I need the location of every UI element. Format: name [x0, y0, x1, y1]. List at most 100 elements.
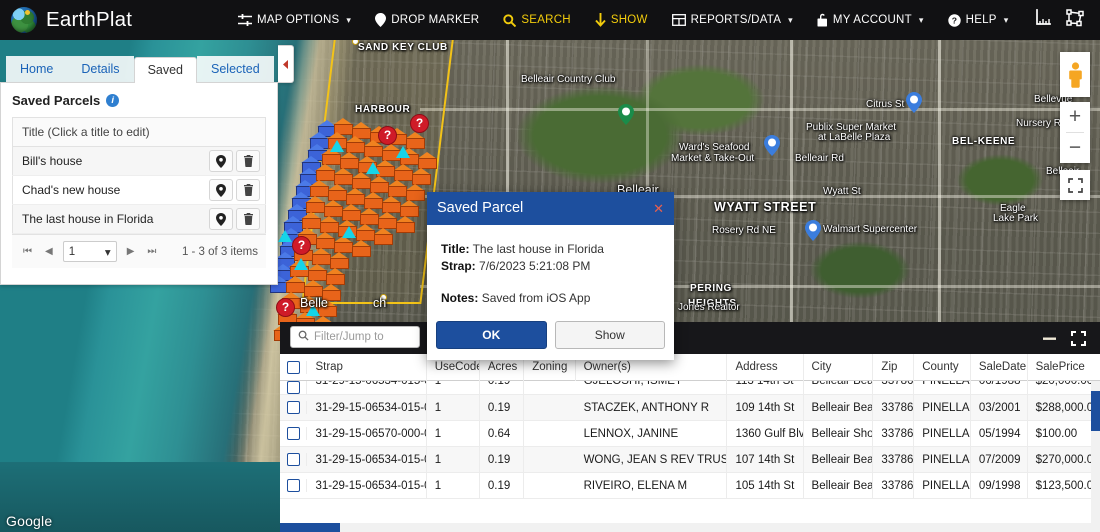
ok-button[interactable]: OK — [436, 321, 547, 350]
column-header-city[interactable]: City — [804, 353, 874, 381]
panel-body: Saved Parcels i Title (Click a title to … — [0, 82, 278, 285]
tab-selected[interactable]: Selected — [197, 56, 274, 82]
cell-strap: 31-29-15-06534-015-0050 — [307, 394, 427, 421]
nav-item-search[interactable]: SEARCH — [491, 0, 582, 40]
parcel-triangle-marker[interactable] — [342, 226, 356, 238]
row-select-cell[interactable] — [280, 479, 308, 492]
nav-item-help[interactable]: ? HELP ▾ — [936, 0, 1021, 40]
column-header-address[interactable]: Address — [727, 353, 804, 381]
scrollbar-thumb[interactable] — [1091, 391, 1100, 431]
locate-parcel-button[interactable] — [209, 208, 233, 230]
row-select-cell[interactable] — [280, 401, 308, 414]
unknown-parcel-icon[interactable]: ? — [292, 236, 311, 255]
row-checkbox[interactable] — [286, 427, 300, 440]
row-checkbox[interactable] — [286, 381, 300, 394]
cell-strap: 31-29-15-06534-015-0070 — [307, 381, 427, 394]
show-button[interactable]: Show — [554, 321, 665, 350]
parcel-triangle-marker[interactable] — [396, 146, 410, 158]
select-all-cell[interactable] — [280, 360, 308, 374]
zoom-controls[interactable]: + − — [1060, 102, 1090, 163]
row-select-cell[interactable] — [280, 381, 308, 394]
zoom-out-button[interactable]: − — [1060, 133, 1090, 163]
column-header-zip[interactable]: Zip — [873, 353, 915, 381]
map-fullscreen-button[interactable] — [1060, 170, 1090, 200]
cell-saleprice: $288,000.00 — [1035, 401, 1100, 414]
column-header-saleprice[interactable]: SalePrice — [1028, 354, 1100, 381]
delete-parcel-button[interactable] — [236, 179, 260, 201]
polygon-vertex[interactable] — [438, 42, 445, 49]
draw-polygon-icon[interactable] — [1066, 8, 1084, 32]
saved-parcel-row[interactable]: The last house in Florida — [12, 204, 266, 234]
unknown-parcel-icon[interactable]: ? — [276, 298, 295, 317]
nav-item-show[interactable]: SHOW — [583, 0, 660, 40]
pager-next-button[interactable]: ▶ — [124, 246, 138, 257]
scrollbar-thumb[interactable] — [280, 523, 340, 532]
row-select-cell[interactable] — [280, 453, 308, 466]
saved-parcel-title[interactable]: Bill's house — [12, 146, 200, 176]
parcel-triangle-marker[interactable] — [306, 304, 320, 316]
filter-input[interactable] — [314, 331, 412, 343]
cell-city: Belleair Beach — [804, 381, 874, 394]
cell-acres: 0.19 — [480, 381, 525, 394]
row-checkbox[interactable] — [286, 453, 300, 466]
info-icon[interactable]: i — [106, 94, 120, 107]
unknown-parcel-icon[interactable]: ? — [410, 114, 429, 133]
close-icon[interactable]: ✕ — [653, 202, 664, 215]
select-all-checkbox[interactable] — [286, 360, 300, 374]
grid-horizontal-scrollbar[interactable] — [280, 523, 1100, 532]
cell-saledate: 06/1988 — [971, 381, 1028, 394]
street-view-pegman-icon[interactable] — [1060, 52, 1090, 97]
brand-logo[interactable]: EarthPlat — [0, 7, 226, 33]
nav-item-my-account[interactable]: MY ACCOUNT ▾ — [805, 0, 936, 40]
tab-home[interactable]: Home — [6, 56, 68, 82]
table-row[interactable]: 31-29-15-06570-000-049010.64 LENNOX, JANI… — [280, 420, 1100, 447]
pager-first-button[interactable]: ⏮ — [20, 246, 35, 257]
parcel-triangle-marker[interactable] — [278, 230, 292, 242]
cell-city: Belleair Beach — [804, 472, 874, 499]
column-header-strap[interactable]: Strap — [307, 353, 427, 381]
saved-parcel-row[interactable]: Bill's house — [12, 146, 266, 176]
measure-ruler-icon[interactable] — [1034, 8, 1052, 32]
saved-parcel-row[interactable]: Chad's new house — [12, 175, 266, 205]
delete-parcel-button[interactable] — [236, 150, 260, 172]
row-checkbox[interactable] — [286, 479, 300, 492]
panel-collapse-button[interactable] — [278, 45, 294, 83]
lock-icon — [817, 13, 828, 27]
pager-last-button[interactable]: ⏭ — [144, 246, 159, 257]
table-row[interactable]: 31-29-15-06534-015-005010.19 STACZEK, ANT… — [280, 394, 1100, 421]
cell-strap: 31-29-15-06534-015-0040 — [307, 446, 427, 473]
locate-parcel-button[interactable] — [209, 150, 233, 172]
row-select-cell[interactable] — [280, 427, 308, 440]
column-header-saledate[interactable]: SaleDate — [971, 353, 1028, 381]
parcel-triangle-marker[interactable] — [366, 162, 380, 174]
tab-saved[interactable]: Saved — [133, 57, 198, 83]
unknown-parcel-icon[interactable]: ? — [378, 126, 397, 145]
locate-parcel-button[interactable] — [209, 179, 233, 201]
sliders-icon — [238, 13, 252, 27]
table-row[interactable]: 31-29-15-06534-015-007010.19 GJELOSHI, IS… — [280, 381, 1100, 395]
saved-parcel-title[interactable]: The last house in Florida — [12, 204, 200, 234]
grid-vertical-scrollbar[interactable] — [1091, 381, 1100, 523]
delete-parcel-button[interactable] — [236, 208, 260, 230]
expand-icon[interactable] — [1071, 330, 1086, 346]
parcel-triangle-marker[interactable] — [330, 140, 344, 152]
tab-details[interactable]: Details — [67, 56, 134, 82]
nav-item-drop-marker[interactable]: DROP MARKER — [363, 0, 491, 40]
filter-jump-box[interactable] — [290, 326, 420, 348]
globe-icon — [11, 7, 37, 33]
zoom-in-button[interactable]: + — [1060, 102, 1090, 132]
pager-page-select[interactable]: 1 ▾ — [62, 241, 117, 262]
table-row[interactable]: 31-29-15-06534-015-004010.19 WONG, JEAN S… — [280, 446, 1100, 473]
minimize-icon[interactable] — [1042, 333, 1057, 344]
column-header-county[interactable]: County — [914, 353, 971, 381]
pager-prev-button[interactable]: ◀ — [42, 246, 56, 257]
cell-saleprice: $100.00 — [1035, 427, 1078, 440]
nav-item-map-options[interactable]: MAP OPTIONS ▾ — [226, 0, 363, 40]
nav-item-reports-data[interactable]: REPORTS/DATA ▾ — [660, 0, 805, 40]
dialog-header: Saved Parcel ✕ — [427, 192, 674, 225]
cell-address: 1360 Gulf Blvd — [727, 420, 804, 447]
row-checkbox[interactable] — [286, 401, 300, 414]
saved-parcel-title[interactable]: Chad's new house — [12, 175, 200, 205]
parcel-triangle-marker[interactable] — [294, 258, 308, 270]
table-row[interactable]: 31-29-15-06534-015-003010.19 RIVEIRO, ELE… — [280, 472, 1100, 499]
